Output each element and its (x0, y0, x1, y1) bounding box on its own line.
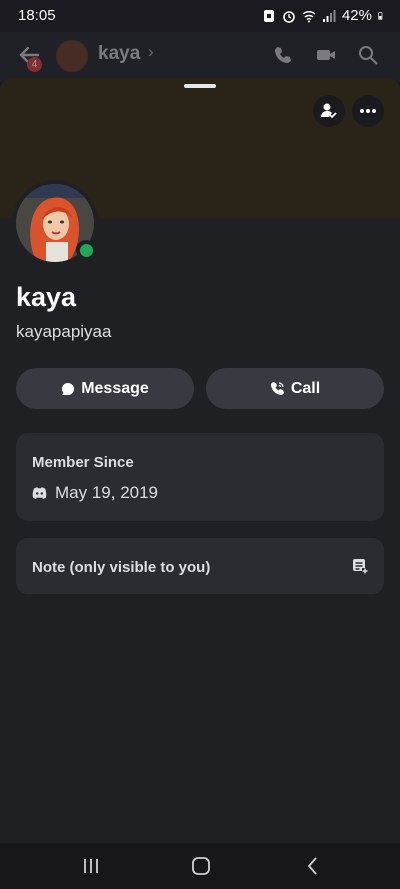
status-bar: 18:05 42% (0, 0, 400, 32)
system-navigation-bar (0, 843, 400, 889)
username: kayapapiyaa (16, 322, 112, 341)
video-call-icon[interactable] (315, 44, 337, 66)
search-icon[interactable] (357, 44, 379, 66)
profile-avatar[interactable] (12, 180, 98, 266)
more-dots-icon (360, 109, 376, 113)
chevron-right-icon: › (148, 42, 154, 61)
add-note-icon[interactable] (352, 558, 368, 574)
member-since-value: May 19, 2019 (32, 483, 158, 503)
friend-status-button[interactable] (313, 95, 345, 127)
wifi-icon (302, 10, 316, 22)
member-since-date: May 19, 2019 (55, 483, 159, 502)
lock-notification-icon (263, 9, 274, 22)
message-button-label: Message (81, 379, 149, 397)
discord-logo-icon (32, 487, 47, 499)
profile-sheet: kaya kayapapiyaa Message Call Member Sin… (0, 78, 400, 843)
drag-handle[interactable] (184, 84, 216, 88)
status-time: 18:05 (18, 7, 56, 24)
note-card[interactable]: Note (only visible to you) (16, 538, 384, 594)
unread-badge: 4 (27, 57, 42, 72)
chat-bubble-icon (62, 382, 75, 395)
header-channel-name[interactable]: kaya (98, 43, 140, 65)
note-label: Note (only visible to you) (32, 559, 211, 576)
battery-icon (378, 11, 383, 20)
voice-call-icon[interactable] (272, 44, 294, 66)
channel-header: 4 kaya › (0, 32, 400, 82)
display-name: kaya (16, 282, 77, 312)
status-icons: 42% (262, 7, 386, 24)
recent-apps-icon[interactable] (80, 855, 102, 877)
more-options-button[interactable] (352, 95, 384, 127)
home-icon[interactable] (190, 855, 212, 877)
person-check-icon (321, 103, 337, 119)
alarm-icon (283, 10, 295, 23)
member-since-card: Member Since May 19, 2019 (16, 433, 384, 521)
back-icon[interactable] (302, 855, 324, 877)
signal-icon (322, 9, 336, 22)
call-button[interactable]: Call (206, 368, 384, 409)
header-avatar[interactable] (56, 40, 88, 72)
message-button[interactable]: Message (16, 368, 194, 409)
phone-call-icon (270, 382, 284, 395)
online-status-indicator (76, 240, 96, 260)
member-since-label: Member Since (32, 454, 134, 471)
call-button-label: Call (290, 379, 321, 397)
battery-percent: 42% (341, 7, 372, 24)
